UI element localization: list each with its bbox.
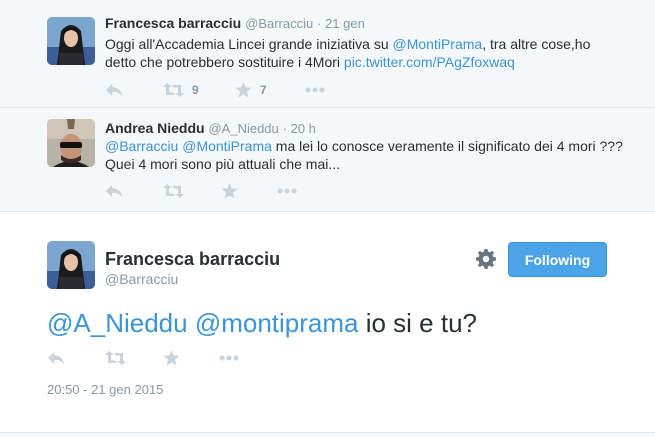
divider [0,432,655,437]
tweet-text: @A_Nieddu @montiprama io si e tu? [47,308,477,339]
tweet-text: @Barracciu @MontiPrama ma lei lo conosce… [105,137,625,173]
retweet-icon [163,83,184,97]
mention-link[interactable]: @Barracciu [105,138,178,154]
username[interactable]: @A_Nieddu [208,121,278,136]
favorite-count: 7 [260,83,267,97]
text-segment: Oggi all'Accademia Lincei grande iniziat… [105,36,393,52]
tweet-date[interactable]: 20:50 - 21 gen 2015 [47,382,163,397]
more-icon [305,87,325,93]
mention-link[interactable]: @A_Nieddu [47,308,188,338]
retweet-icon [163,184,184,198]
retweet-button[interactable] [105,348,126,368]
text-segment: io si e tu? [358,308,478,338]
fullname[interactable]: Andrea Nieddu [105,120,205,136]
avatar[interactable] [47,119,95,167]
tweet-text: Oggi all'Accademia Lincei grande iniziat… [105,35,625,71]
reply-button[interactable] [105,80,123,100]
avatar[interactable] [47,241,95,289]
favorite-button[interactable]: 7 [235,80,267,100]
mention-link[interactable]: @montiprama [195,308,359,338]
retweet-button[interactable] [163,181,184,201]
more-icon [277,188,297,194]
reply-button[interactable] [105,181,123,201]
reply-button[interactable] [47,348,65,368]
following-button[interactable]: Following [508,242,607,277]
username[interactable]: @Barracciu [245,16,313,31]
more-button[interactable] [219,348,239,368]
more-button[interactable] [277,181,297,201]
retweet-icon [105,351,126,365]
tweet-header: Francesca barracciu @Barracciu · 21 gen [105,15,365,31]
fullname[interactable]: Francesca barracciu [105,15,241,31]
permalink-tweet: Francesca barracciu @Barracciu Following… [0,212,655,437]
avatar[interactable] [47,17,95,65]
user-actions-button[interactable] [476,249,496,269]
tweet-header: Andrea Nieddu @A_Nieddu · 20 h [105,120,316,136]
fullname[interactable]: Francesca barracciu [105,249,280,270]
pic-link[interactable]: pic.twitter.com/PAgZfoxwaq [344,54,515,70]
favorite-button[interactable] [221,181,238,201]
username[interactable]: @Barracciu [105,271,178,287]
more-button[interactable] [305,80,325,100]
gear-icon [476,249,496,269]
star-icon [235,82,252,98]
mention-link[interactable]: @MontiPrama [393,36,483,52]
reply-icon [48,352,64,364]
context-tweet[interactable]: Andrea Nieddu @A_Nieddu · 20 h @Barracci… [0,108,655,212]
retweet-button[interactable]: 9 [163,80,199,100]
retweet-count: 9 [192,83,199,97]
reply-icon [106,84,122,96]
timestamp[interactable]: 20 h [291,121,316,136]
reply-icon [106,185,122,197]
context-tweet[interactable]: Francesca barracciu @Barracciu · 21 gen … [0,0,655,108]
timestamp[interactable]: 21 gen [325,16,365,31]
favorite-button[interactable] [163,348,180,368]
star-icon [163,350,180,366]
text-segment [188,308,195,338]
star-icon [221,183,238,199]
more-icon [219,355,239,361]
mention-link[interactable]: @MontiPrama [182,138,272,154]
